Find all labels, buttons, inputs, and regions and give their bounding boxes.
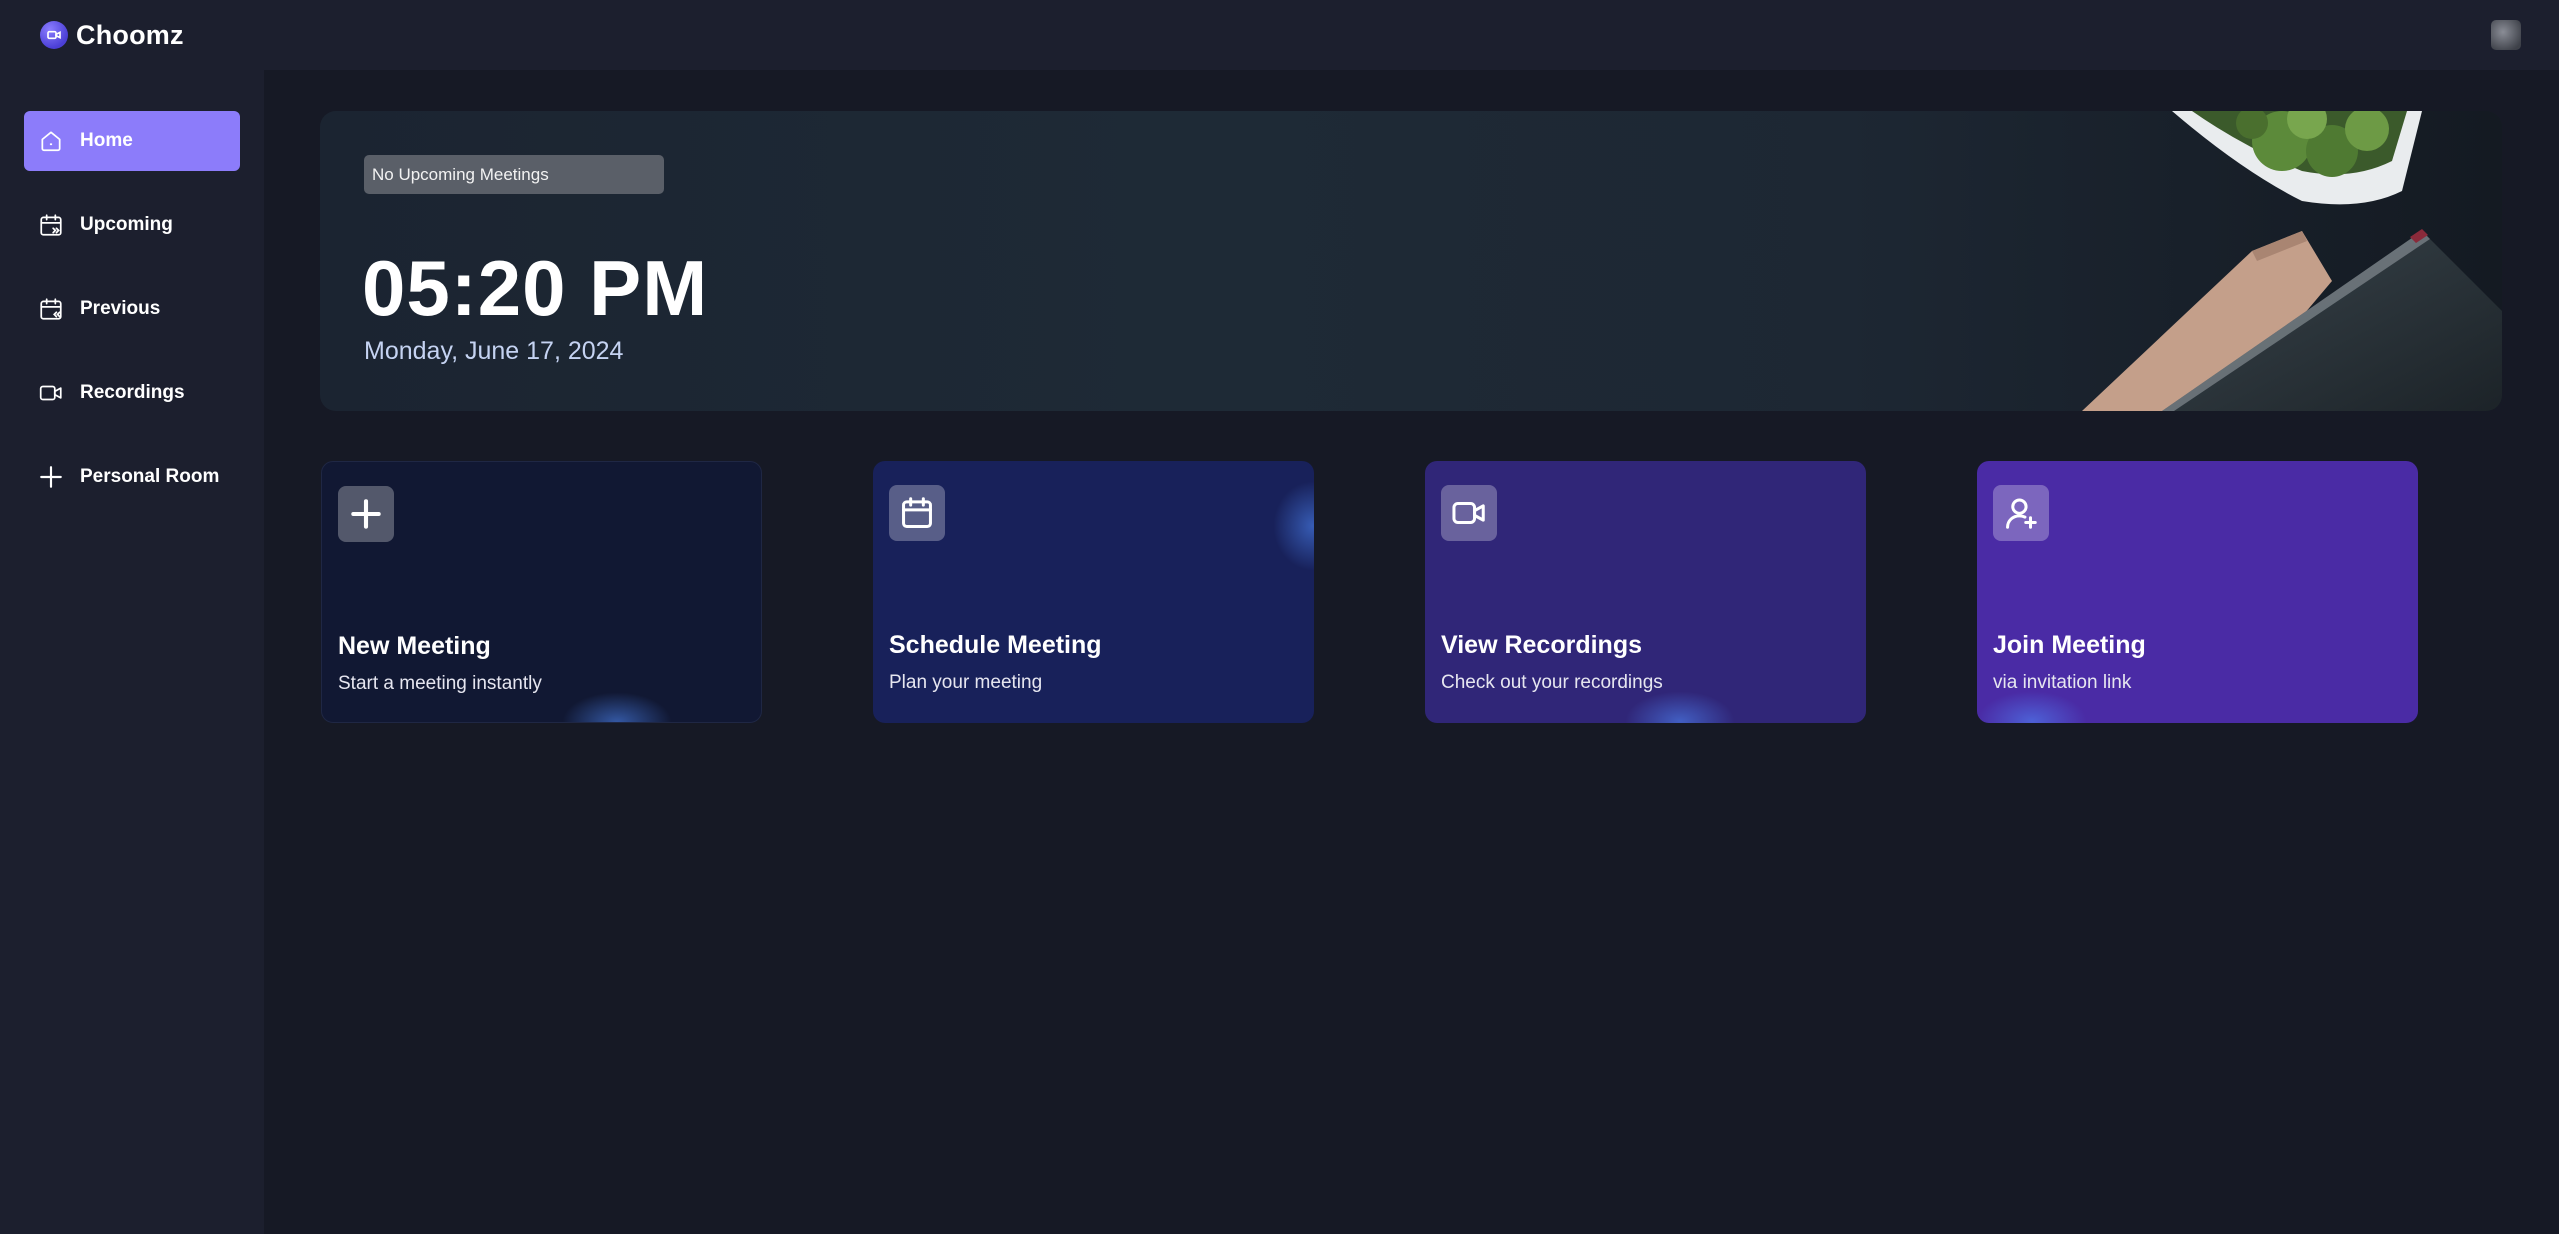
hero-banner: No Upcoming Meetings 05:20 PM Monday, Ju…	[320, 111, 2502, 411]
sidebar-item-upcoming[interactable]: Upcoming	[24, 195, 240, 255]
sidebar-item-label: Recordings	[80, 382, 185, 403]
app-name: Choomz	[76, 19, 184, 50]
plus-icon	[40, 466, 62, 488]
card-title: New Meeting	[338, 632, 491, 660]
sidebar-item-previous[interactable]: Previous	[24, 279, 240, 339]
video-icon	[39, 385, 62, 401]
top-bar: Choomz	[0, 0, 2559, 70]
card-subtitle: Plan your meeting	[889, 672, 1043, 693]
card-title: View Recordings	[1441, 631, 1642, 659]
home-icon	[41, 131, 61, 152]
main-content: No Upcoming Meetings 05:20 PM Monday, Ju…	[264, 70, 2559, 1234]
join-meeting-card[interactable]: Join Meeting via invitation link	[1977, 461, 2418, 723]
new-meeting-card[interactable]: New Meeting Start a meeting instantly	[321, 461, 762, 723]
logo-icon	[40, 21, 68, 49]
sidebar-item-label: Previous	[80, 298, 161, 319]
card-subtitle: Start a meeting instantly	[338, 673, 542, 694]
sidebar: Home Upcoming Previous Recordings Person…	[0, 70, 264, 1234]
current-time: 05:20 PM	[362, 244, 709, 332]
current-date: Monday, June 17, 2024	[364, 337, 624, 365]
card-title: Join Meeting	[1993, 631, 2146, 659]
sidebar-item-label: Home	[80, 130, 133, 151]
view-recordings-card[interactable]: View Recordings Check out your recording…	[1425, 461, 1866, 723]
sidebar-item-recordings[interactable]: Recordings	[24, 363, 240, 423]
plus-icon	[338, 486, 394, 542]
card-subtitle: via invitation link	[1993, 672, 2132, 693]
calendar-previous-icon	[40, 298, 62, 320]
user-plus-icon	[1993, 485, 2049, 541]
calendar-upcoming-icon	[40, 214, 62, 236]
card-subtitle: Check out your recordings	[1441, 672, 1663, 693]
sidebar-item-label: Personal Room	[80, 466, 220, 487]
card-title: Schedule Meeting	[889, 631, 1102, 659]
calendar-icon	[889, 485, 945, 541]
sidebar-item-home[interactable]: Home	[24, 111, 240, 171]
schedule-meeting-card[interactable]: Schedule Meeting Plan your meeting	[873, 461, 1314, 723]
user-avatar[interactable]	[2491, 20, 2521, 50]
video-icon	[1441, 485, 1497, 541]
brand[interactable]: Choomz	[40, 20, 184, 51]
action-cards: New Meeting Start a meeting instantly Sc…	[321, 461, 2503, 723]
sidebar-item-label: Upcoming	[80, 214, 173, 235]
hero-background-image	[2082, 111, 2502, 411]
sidebar-item-personal-room[interactable]: Personal Room	[24, 447, 240, 507]
upcoming-meetings-badge: No Upcoming Meetings	[364, 155, 664, 194]
